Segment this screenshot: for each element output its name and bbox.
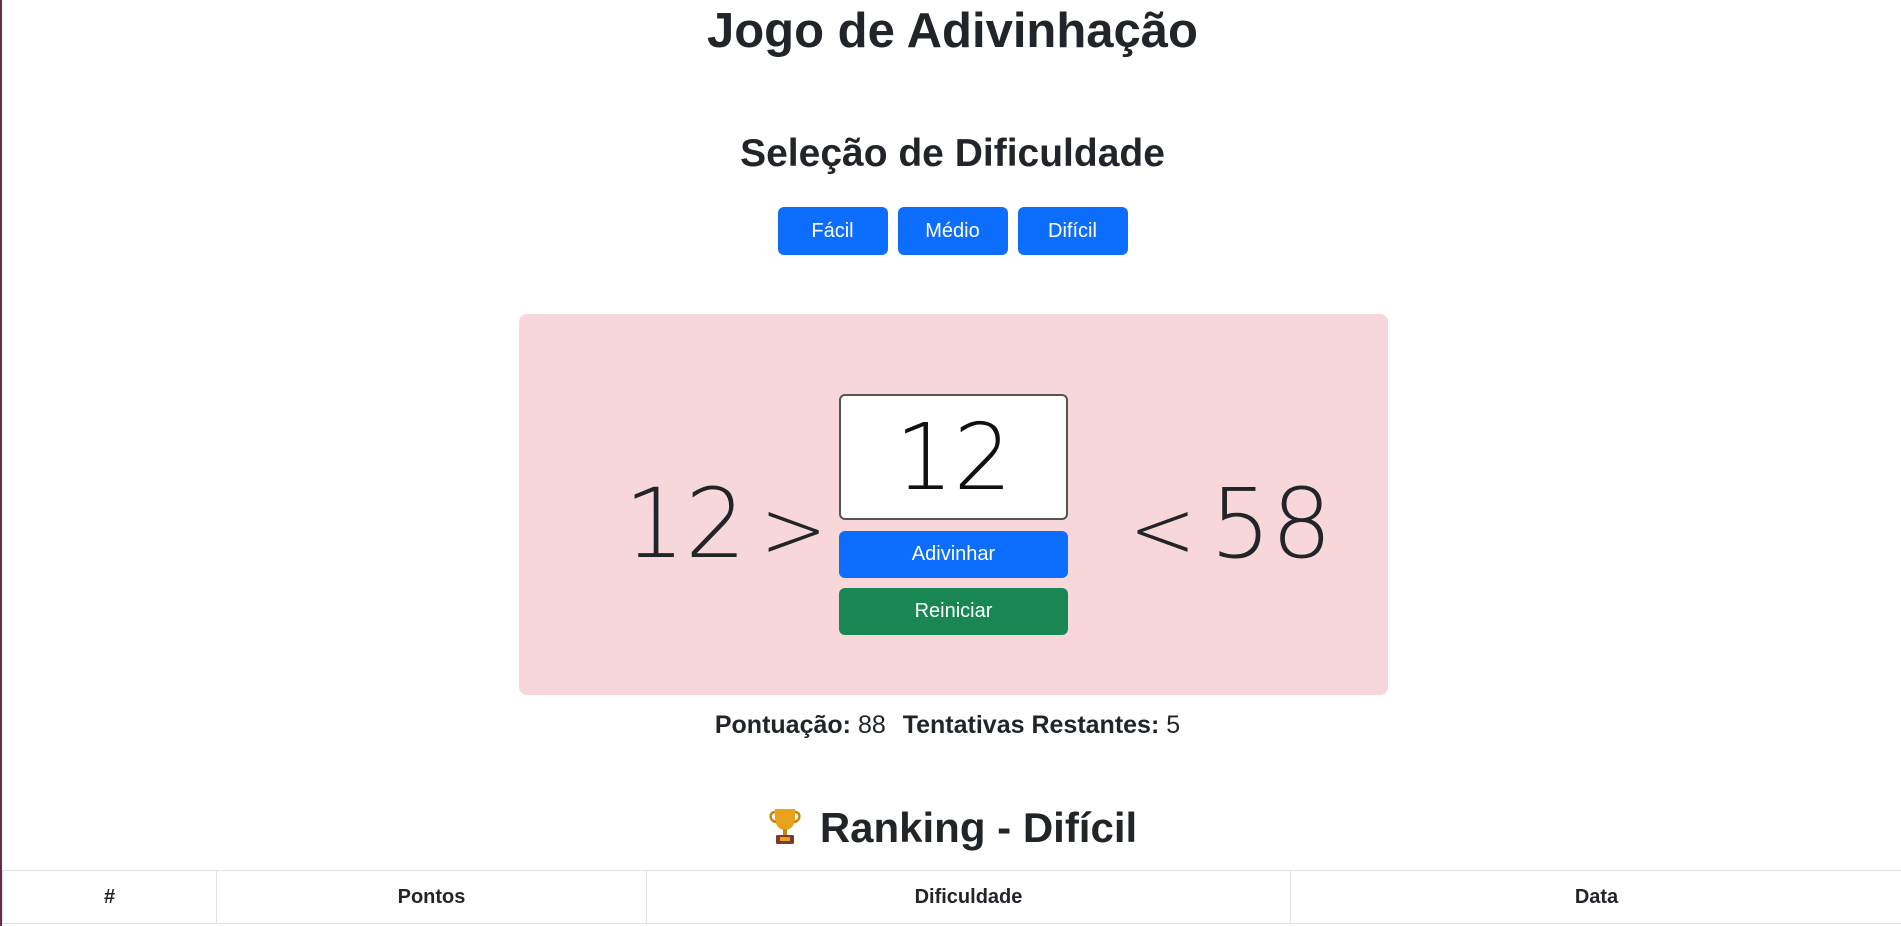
ranking-table: # Pontos Dificuldade Data (2, 870, 1901, 924)
column-header-difficulty: Dificuldade (646, 870, 1291, 924)
guess-input[interactable] (839, 394, 1068, 520)
attempts-value: 5 (1166, 711, 1181, 739)
lower-bound: 12 > (624, 474, 827, 580)
difficulty-heading: Seleção de Dificuldade (740, 132, 1165, 175)
upper-bound-value: 58 (1210, 468, 1333, 580)
column-header-date: Data (1290, 870, 1901, 924)
game-panel: 12> Adivinhar Reiniciar <58 (519, 314, 1388, 695)
ranking-title: Ranking - Difícil (819, 804, 1138, 851)
easy-button[interactable]: Fácil (777, 207, 888, 255)
attempts-label: Tentativas Restantes: (902, 711, 1160, 739)
hard-button[interactable]: Difícil (1017, 207, 1128, 255)
column-header-points: Pontos (216, 870, 647, 924)
medium-button[interactable]: Médio (897, 207, 1008, 255)
upper-bound: <58 (1129, 474, 1332, 580)
column-header-rank: # (2, 870, 217, 924)
page-title: Jogo de Adivinhação (707, 4, 1198, 58)
game-stats: Pontuação: 88 Tentativas Restantes: 5 (2, 710, 1901, 740)
less-than-symbol: < (1129, 483, 1197, 576)
ranking-heading: Ranking - Difícil (2, 800, 1901, 856)
page: Jogo de Adivinhação Seleção de Dificulda… (0, 0, 1901, 926)
lower-bound-value: 12 (624, 468, 747, 580)
table-header-row: # Pontos Dificuldade Data (2, 870, 1901, 924)
difficulty-button-group: Fácil Médio Difícil (2, 207, 1901, 255)
trophy-icon (769, 809, 801, 844)
score-value: 88 (857, 711, 886, 739)
guess-button[interactable]: Adivinhar (839, 531, 1068, 578)
score-label: Pontuação: (714, 711, 851, 739)
greater-than-symbol: > (760, 483, 828, 576)
restart-button[interactable]: Reiniciar (839, 588, 1068, 635)
